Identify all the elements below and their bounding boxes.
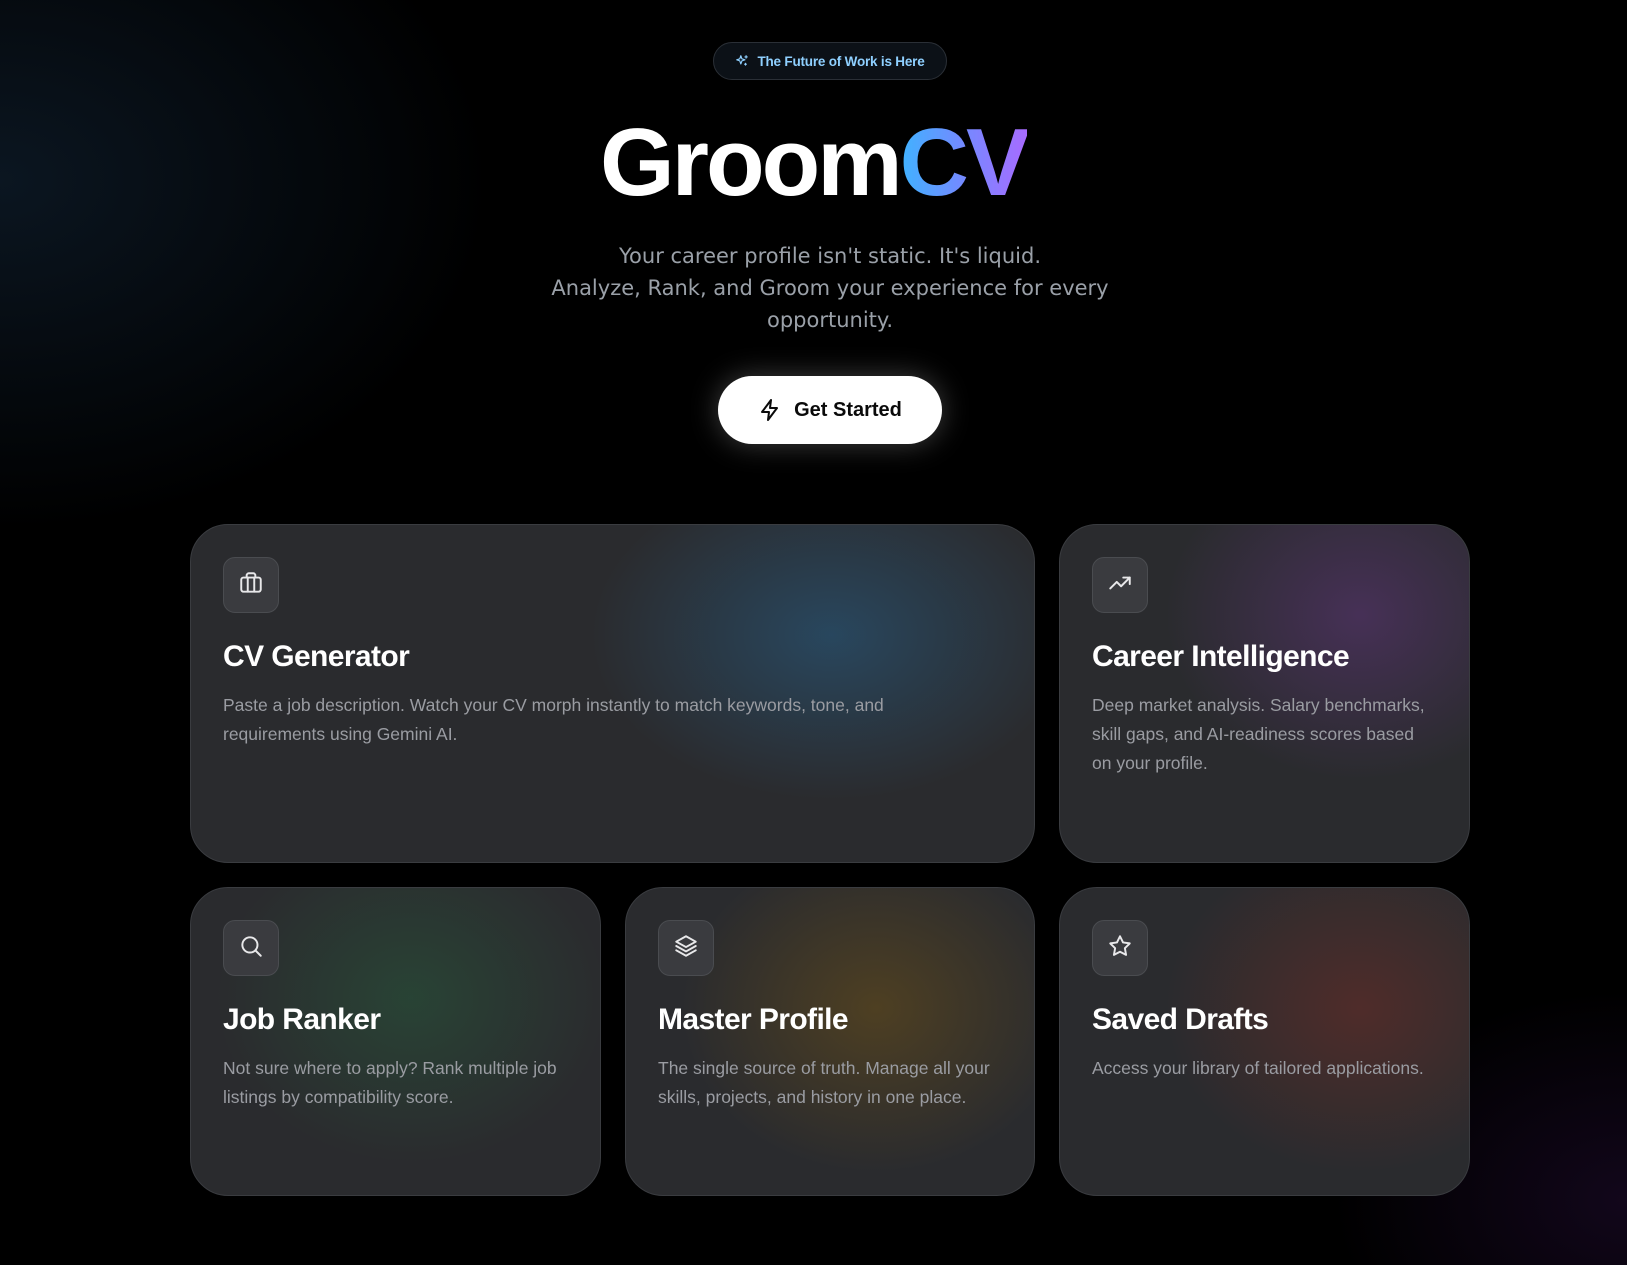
card-icon-box <box>1092 920 1148 976</box>
page-title: GroomCV <box>0 108 1627 218</box>
feature-card-cv-generator[interactable]: CV Generator Paste a job description. Wa… <box>190 524 1035 863</box>
card-icon-box <box>658 920 714 976</box>
feature-card-master-profile[interactable]: Master Profile The single source of trut… <box>625 887 1035 1196</box>
card-icon-box <box>223 920 279 976</box>
title-part-cv: CV <box>899 109 1030 216</box>
star-icon <box>1107 933 1133 963</box>
subtitle-line-2: Analyze, Rank, and Groom your experience… <box>551 276 1109 332</box>
trending-up-icon <box>1107 570 1133 600</box>
card-icon-box <box>1092 557 1148 613</box>
feature-card-job-ranker[interactable]: Job Ranker Not sure where to apply? Rank… <box>190 887 601 1196</box>
subtitle-line-1: Your career profile isn't static. It's l… <box>619 244 1041 268</box>
feature-card-saved-drafts[interactable]: Saved Drafts Access your library of tail… <box>1059 887 1470 1196</box>
title-part-groom: Groom <box>599 109 903 216</box>
badge-text: The Future of Work is Here <box>757 53 925 69</box>
card-title: Saved Drafts <box>1092 1003 1269 1036</box>
layers-icon <box>673 933 699 963</box>
lightning-icon <box>758 398 782 422</box>
card-title: Master Profile <box>658 1003 849 1036</box>
card-description: Deep market analysis. Salary benchmarks,… <box>1092 695 1425 773</box>
landing-page: The Future of Work is Here GroomCV Your … <box>0 0 1627 1265</box>
sparkles-icon <box>735 54 749 68</box>
hero-badge: The Future of Work is Here <box>713 42 947 80</box>
card-icon-box <box>223 557 279 613</box>
feature-card-career-intelligence[interactable]: Career Intelligence Deep market analysis… <box>1059 524 1470 863</box>
card-title: CV Generator <box>223 640 410 673</box>
card-description: Paste a job description. Watch your CV m… <box>223 695 884 744</box>
card-description: Not sure where to apply? Rank multiple j… <box>223 1058 557 1107</box>
get-started-button[interactable]: Get Started <box>718 376 942 444</box>
briefcase-icon <box>238 570 264 600</box>
search-icon <box>238 933 264 963</box>
card-title: Job Ranker <box>223 1003 381 1036</box>
get-started-label: Get Started <box>794 398 902 421</box>
card-title: Career Intelligence <box>1092 640 1350 673</box>
card-description: The single source of truth. Manage all y… <box>658 1058 990 1107</box>
card-description: Access your library of tailored applicat… <box>1092 1058 1424 1078</box>
hero-subtitle: Your career profile isn't static. It's l… <box>530 240 1130 336</box>
